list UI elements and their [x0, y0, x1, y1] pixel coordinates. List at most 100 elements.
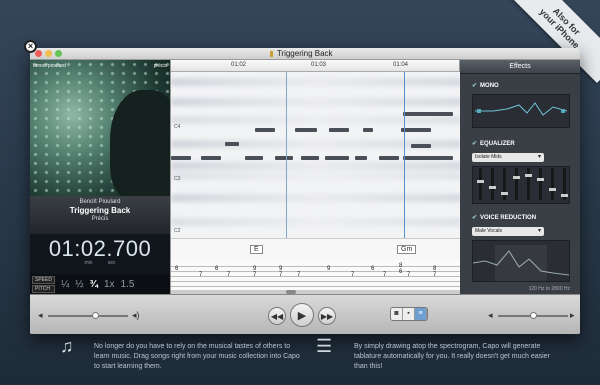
notes-view-icon[interactable]: ≡: [415, 308, 427, 320]
spectrogram-area[interactable]: 01:02 01:03 01:04 C4 C3 C2 E Gm 6 6 9 9 …: [170, 60, 461, 294]
tab-number: 9: [327, 266, 331, 272]
eq-knob[interactable]: [513, 176, 520, 179]
eq-sliders: [472, 166, 570, 204]
unit-sec: sec: [107, 260, 116, 266]
title-bar: ▮ Triggering Back: [30, 48, 580, 60]
tempo-slow-icon: ◂: [488, 310, 493, 320]
eq-knob[interactable]: [537, 178, 544, 181]
eq-preset-select[interactable]: Isolate Mids: [472, 153, 544, 162]
note[interactable]: [403, 156, 453, 160]
feature-text-left: No longer do you have to rely on the mus…: [94, 343, 300, 370]
mono-label: MONO: [480, 83, 499, 89]
note[interactable]: [329, 128, 349, 132]
comment-icon[interactable]: ▪: [403, 308, 415, 320]
note[interactable]: [295, 128, 317, 132]
tab-number: 6: [215, 266, 219, 272]
album-art-silhouette: [110, 90, 170, 196]
tab-number: 7: [433, 272, 437, 278]
speed-normal[interactable]: 1x: [104, 279, 115, 290]
eq-knob[interactable]: [525, 174, 532, 177]
feature-descriptions: ♫ No longer do you have to rely on the m…: [0, 334, 600, 385]
tab-number: 7: [279, 272, 283, 278]
note[interactable]: [201, 156, 221, 160]
spectrogram[interactable]: C4 C3 C2: [171, 72, 461, 238]
eq-knob[interactable]: [561, 194, 568, 197]
tab-number: 6: [399, 269, 403, 275]
eq-knob[interactable]: [489, 186, 496, 189]
tab-number: 6: [175, 266, 179, 272]
loop-marker[interactable]: [404, 72, 405, 260]
timeline-ruler[interactable]: 01:02 01:03 01:04: [171, 60, 459, 72]
time-display: 01:02.700 min sec: [30, 234, 170, 274]
window-title: ▮ Triggering Back: [62, 49, 540, 58]
note[interactable]: [171, 156, 191, 160]
note[interactable]: [255, 128, 275, 132]
tab-number: 7: [253, 272, 257, 278]
tempo-knob[interactable]: [530, 312, 537, 319]
pitch-toggle[interactable]: PITCH: [32, 284, 55, 293]
note[interactable]: [403, 112, 453, 116]
tab-number: 7: [383, 272, 387, 278]
time-mark: 01:03: [311, 62, 327, 68]
voice-spectrum: [472, 245, 570, 281]
speed-three-quarter[interactable]: ¾: [90, 279, 98, 290]
cover-artist: benoit pioulard: [33, 63, 66, 69]
note[interactable]: [379, 156, 399, 160]
voice-reduction-checkbox[interactable]: VOICE REDUCTION: [472, 214, 536, 221]
close-light-icon[interactable]: [35, 50, 42, 57]
speed-half[interactable]: ½: [75, 279, 83, 290]
rewind-button[interactable]: ◀◀: [268, 307, 286, 325]
note[interactable]: [411, 144, 431, 148]
mono-checkbox[interactable]: MONO: [472, 82, 499, 89]
capo-window: ▮ Triggering Back benoit pioulard précis …: [30, 48, 580, 334]
tab-number: 7: [351, 272, 355, 278]
tab-number: 7: [407, 272, 411, 278]
equalizer-checkbox[interactable]: EQUALIZER: [472, 140, 515, 147]
note[interactable]: [363, 128, 373, 132]
note[interactable]: [225, 142, 239, 146]
eq-knob[interactable]: [501, 192, 508, 195]
note[interactable]: [275, 156, 293, 160]
chord-label[interactable]: Gm: [397, 245, 417, 254]
document-icon: ▮: [269, 49, 274, 58]
note[interactable]: [401, 128, 431, 132]
voice-graph: [472, 240, 570, 282]
current-time: 01:02.700: [48, 236, 152, 261]
freq-range: 120 Hz to 2800 Hz: [528, 286, 570, 292]
note[interactable]: [245, 156, 263, 160]
minimize-light-icon[interactable]: [45, 50, 52, 57]
zoom-light-icon[interactable]: [55, 50, 62, 57]
speed-toggle[interactable]: SPEED: [32, 275, 55, 284]
mono-wave: [475, 102, 568, 116]
chord-label[interactable]: E: [250, 245, 263, 254]
fast-forward-button[interactable]: ▶▶: [318, 307, 336, 325]
close-icon[interactable]: ×: [24, 40, 37, 53]
play-button[interactable]: ▶: [290, 303, 314, 327]
speed-one-half[interactable]: 1.5: [121, 279, 135, 290]
playhead[interactable]: [286, 72, 287, 260]
note[interactable]: [355, 156, 367, 160]
time-mark: 01:02: [231, 62, 247, 68]
volume-knob[interactable]: [92, 312, 99, 319]
track-meta: Benoît Pioulard Triggering Back Précis: [30, 196, 170, 234]
time-mark: 01:04: [393, 62, 409, 68]
camera-icon[interactable]: ◙: [391, 308, 403, 320]
tablature[interactable]: 6 6 9 9 9 6 8 8 7 7 7 7 7 7 7 7 6 7: [171, 260, 461, 294]
note-label: C3: [174, 176, 181, 182]
equalizer-label: EQUALIZER: [480, 141, 515, 147]
mono-graph: [472, 94, 570, 128]
tab-number: 7: [227, 272, 231, 278]
note-label: C2: [174, 228, 181, 234]
artist-name: Benoît Pioulard: [79, 199, 121, 205]
volume-slider[interactable]: [48, 312, 128, 319]
note[interactable]: [325, 156, 349, 160]
cover-album: précis: [153, 63, 167, 69]
voice-preset-select[interactable]: Male Vocals: [472, 227, 544, 236]
note[interactable]: [301, 156, 319, 160]
tempo-slider[interactable]: [498, 312, 568, 319]
eq-knob[interactable]: [549, 188, 556, 191]
eq-knob[interactable]: [477, 180, 484, 183]
speed-quarter[interactable]: ¼: [61, 279, 69, 290]
tablature-icon: ☰: [316, 336, 333, 356]
tempo-fast-icon: ▸: [570, 310, 575, 320]
